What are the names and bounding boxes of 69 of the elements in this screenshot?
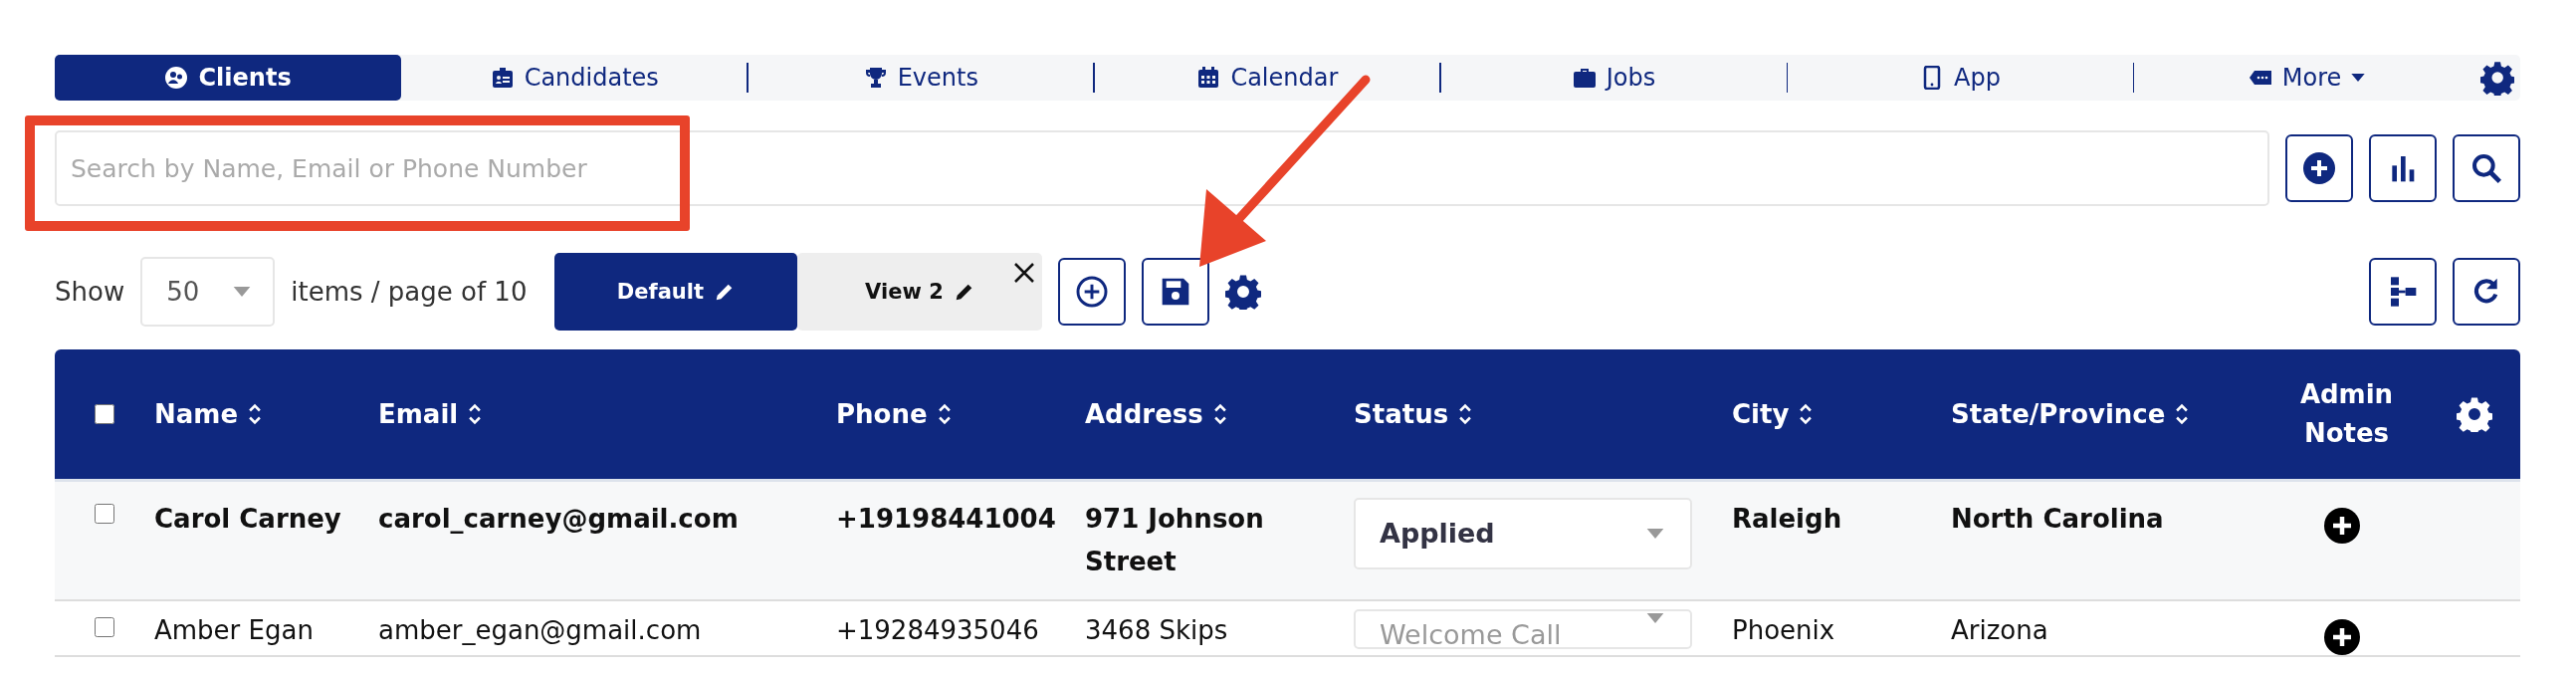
table-cell: amber_egan@gmail.com [378, 615, 702, 645]
settings-icon[interactable] [1225, 274, 1262, 310]
page-info-label: items / page of 10 [291, 277, 528, 307]
settings-icon[interactable] [2457, 396, 2492, 432]
table-cell: 3468 Skips [1085, 615, 1228, 645]
caret-icon [1646, 529, 1664, 539]
calendar-icon [1196, 66, 1221, 90]
table-cell: +19198441004 [836, 504, 1056, 534]
stats-button[interactable] [2369, 134, 2437, 202]
plus-circle-icon [2303, 152, 2335, 184]
nav-tab[interactable]: Events [748, 55, 1095, 101]
nav-tab[interactable]: Candidates [401, 55, 749, 101]
column-header: City [1732, 399, 1790, 429]
table-cell: 971 Johnson Street [1085, 504, 1264, 576]
refresh-button[interactable] [2453, 258, 2520, 326]
table-cell: Carol Carney [154, 504, 341, 534]
search-button[interactable] [2453, 134, 2520, 202]
trophy-icon [863, 66, 888, 90]
search-icon [2470, 152, 2502, 184]
table-cell: Raleigh [1732, 504, 1842, 534]
table-cell: carol_carney@gmail.com [378, 504, 739, 534]
column-header: Admin Notes [2298, 378, 2395, 450]
sort-icon[interactable] [1212, 402, 1227, 426]
caret-icon [1646, 613, 1664, 623]
column-header: Phone [836, 399, 928, 429]
nav-tab[interactable]: App [1787, 55, 2134, 101]
row-checkbox[interactable] [95, 504, 114, 524]
select-all-checkbox[interactable] [95, 404, 114, 424]
add-button[interactable] [2285, 134, 2353, 202]
column-header: Status [1354, 399, 1449, 429]
view-tab[interactable]: Default [554, 253, 798, 331]
show-label: Show [55, 277, 125, 307]
plus-circle-icon [1076, 276, 1109, 308]
nav-tab[interactable]: Calendar [1094, 55, 1441, 101]
users-icon [164, 66, 189, 90]
sort-icon[interactable] [2175, 402, 2190, 426]
sort-icon[interactable] [468, 402, 483, 426]
page-size-select[interactable]: 50 [140, 257, 276, 327]
settings-icon[interactable] [2479, 60, 2514, 96]
add-note-icon[interactable] [2323, 619, 2360, 655]
briefcase-icon [1572, 66, 1597, 90]
sort-icon[interactable] [1458, 402, 1473, 426]
column-header: Name [154, 399, 239, 429]
caret-icon [2351, 74, 2366, 82]
table-cell: Phoenix [1732, 615, 1835, 645]
save-button[interactable] [1142, 258, 1210, 326]
caret-icon [233, 287, 252, 297]
view-tab[interactable]: View 2 [797, 253, 1043, 331]
add-view-button[interactable] [1058, 258, 1127, 326]
row-checkbox[interactable] [95, 617, 114, 637]
status-select[interactable]: Applied [1354, 498, 1692, 569]
nav-tab[interactable]: Jobs [1440, 55, 1788, 101]
column-header: State/Province [1951, 399, 2166, 429]
table-cell: Arizona [1951, 615, 2048, 645]
sort-icon[interactable] [248, 402, 263, 426]
table-cell: Amber Egan [154, 615, 314, 645]
id-badge-icon [490, 66, 515, 90]
nav-tab[interactable]: Clients [55, 55, 402, 101]
sort-icon[interactable] [1799, 402, 1814, 426]
add-note-icon[interactable] [2323, 508, 2360, 544]
table-cell: North Carolina [1951, 504, 2164, 534]
table-cell: +19284935046 [836, 615, 1039, 645]
search-field[interactable]: Search by Name, Email or Phone Number [55, 130, 2269, 206]
nav-tab[interactable]: More [2133, 55, 2480, 101]
close-icon[interactable] [1012, 261, 1037, 285]
hierarchy-button[interactable] [2369, 258, 2437, 326]
column-header: Email [378, 399, 459, 429]
sort-icon[interactable] [937, 402, 952, 426]
column-header: Address [1085, 399, 1203, 429]
